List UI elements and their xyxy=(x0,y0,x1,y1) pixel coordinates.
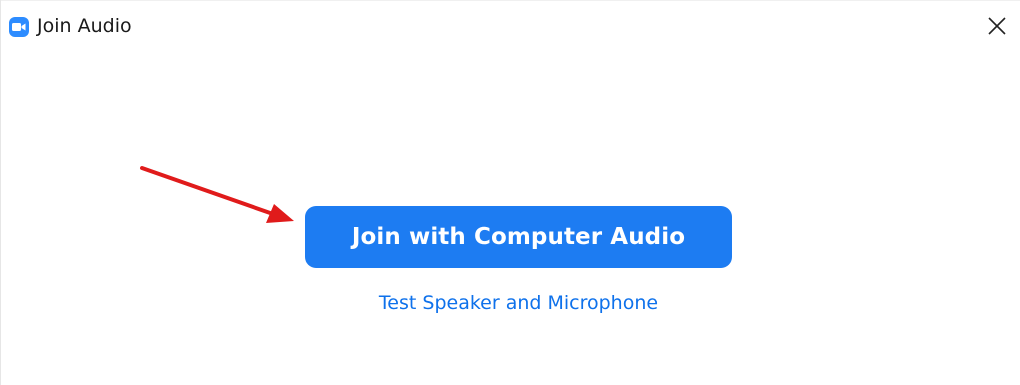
test-speaker-and-microphone-link[interactable]: Test Speaker and Microphone xyxy=(305,289,732,317)
join-with-computer-audio-button[interactable]: Join with Computer Audio xyxy=(305,206,732,268)
zoom-camera-icon xyxy=(9,17,29,37)
join-audio-dialog: Join Audio Join with Computer Audio Test… xyxy=(0,0,1020,385)
title-bar: Join Audio xyxy=(0,0,1020,50)
close-icon xyxy=(988,17,1006,35)
close-button[interactable] xyxy=(982,11,1012,41)
window-border-left xyxy=(0,0,1,385)
red-arrow-icon xyxy=(140,166,294,223)
window-title: Join Audio xyxy=(37,15,132,37)
